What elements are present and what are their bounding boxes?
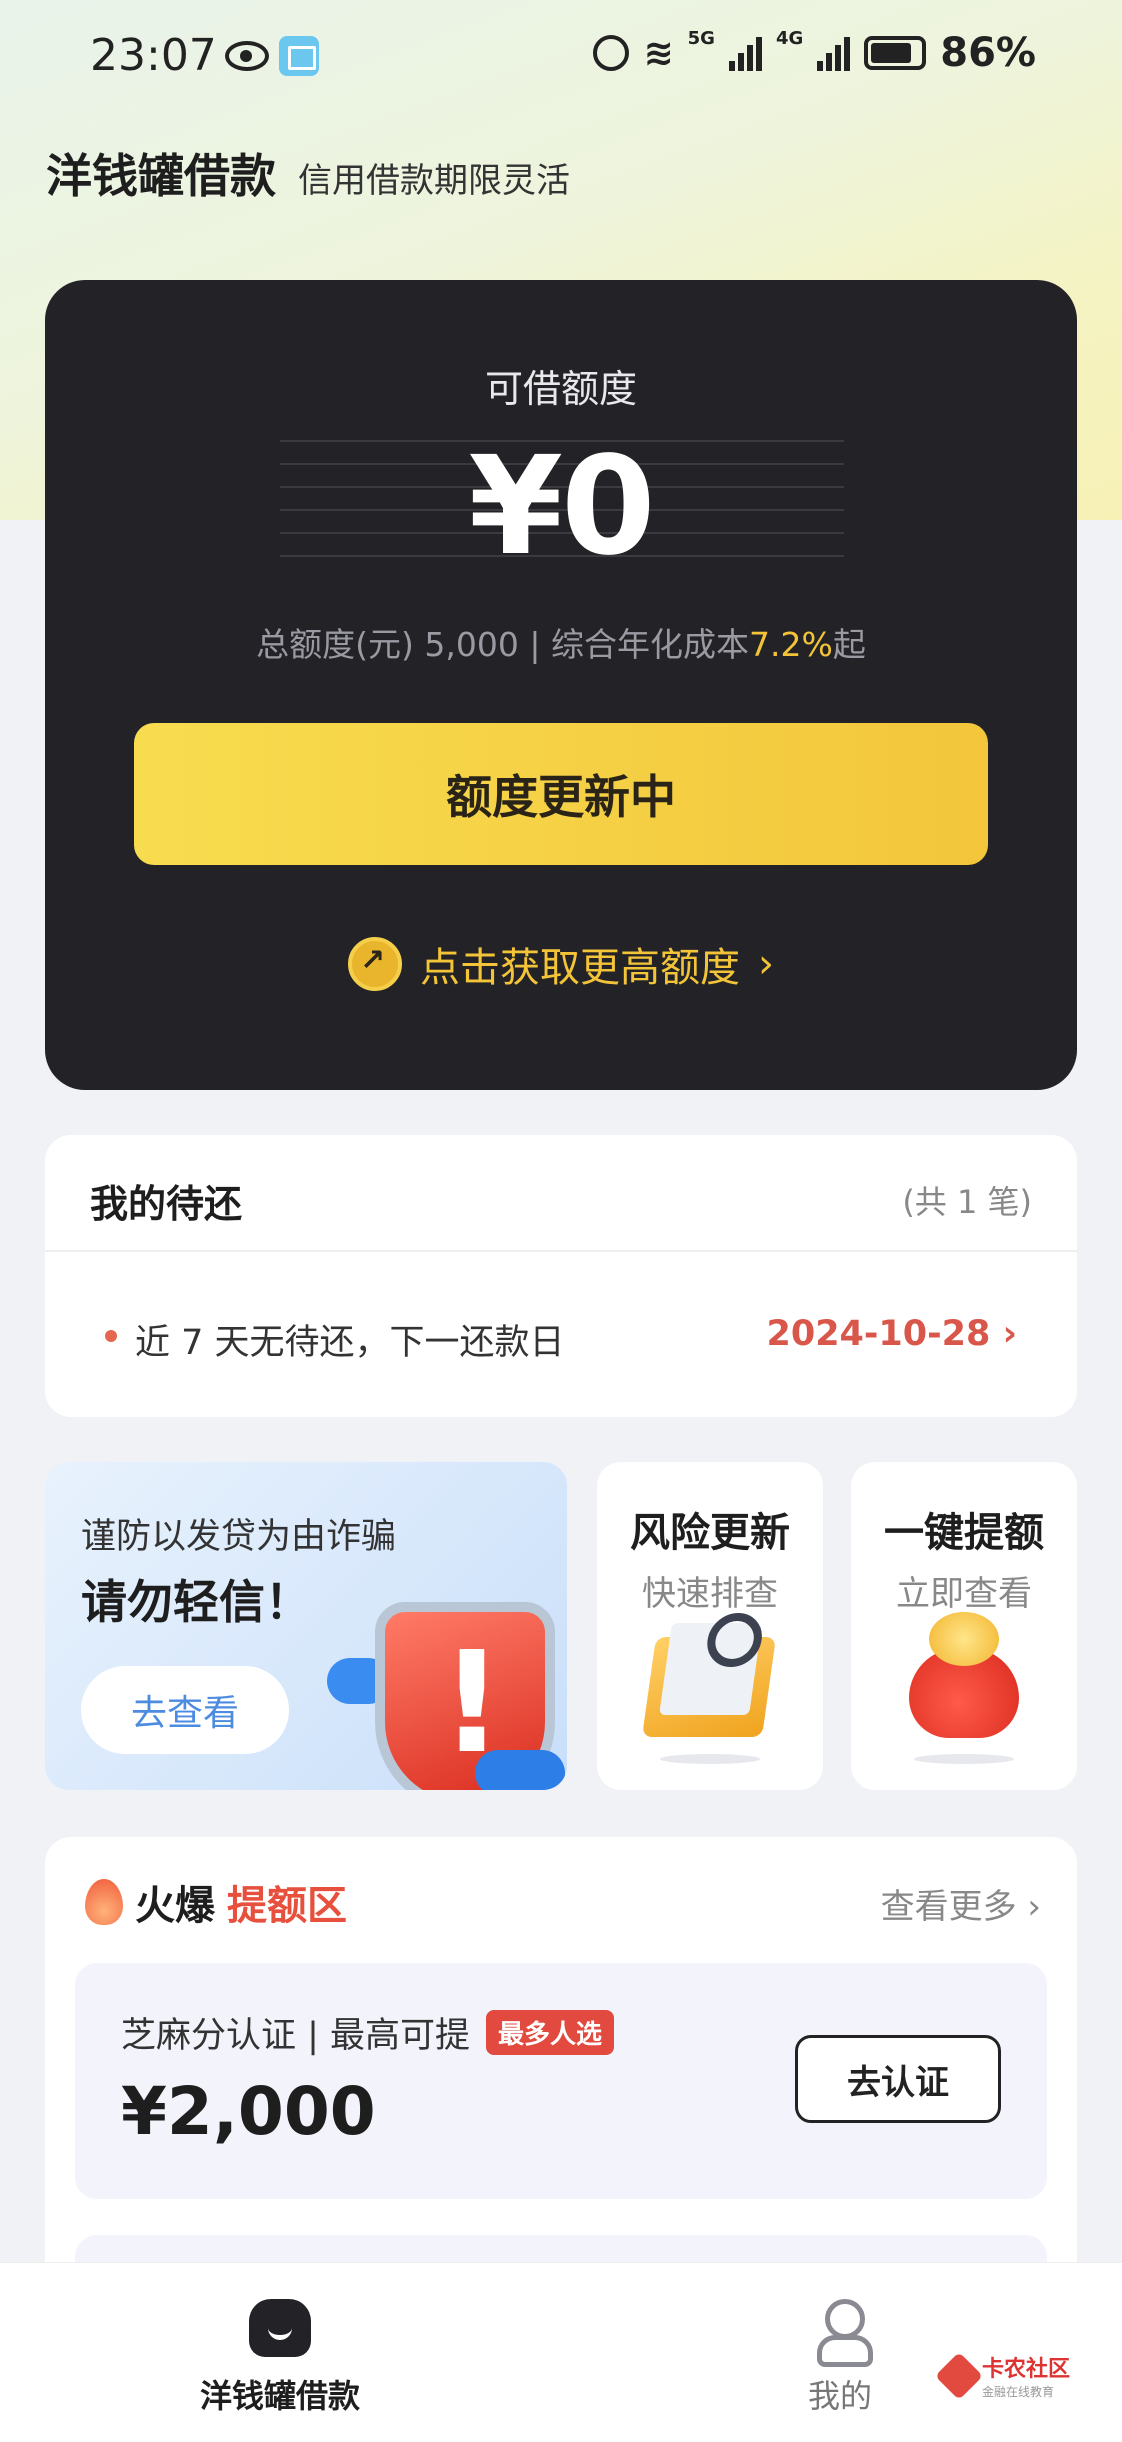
repayment-count: (共 1 笔) <box>902 1183 1032 1221</box>
icon-shadow <box>660 1754 760 1764</box>
repayment-text: 近 7 天无待还，下一还款日 <box>135 1323 565 1363</box>
battery-percent: 86% <box>940 30 1036 76</box>
tab-borrow-label: 洋钱罐借款 <box>199 2377 360 2415</box>
arrow-coin-icon <box>348 937 402 991</box>
credit-label: 可借额度 <box>484 367 637 411</box>
signal-icon-2 <box>817 35 851 71</box>
chat-bubble-icon-2 <box>475 1750 565 1790</box>
credit-amount: ¥0 <box>468 428 655 586</box>
page-header: 洋钱罐借款 信用借款期限灵活 <box>46 140 570 206</box>
fire-icon <box>85 1879 123 1925</box>
profile-icon <box>809 2299 873 2367</box>
icon-shadow <box>914 1754 1014 1764</box>
battery-icon <box>864 36 927 70</box>
repayment-date: 2024-10-28 › <box>766 1314 1017 1354</box>
watermark-logo-icon <box>934 2351 984 2400</box>
sesame-credit-offer[interactable]: 芝麻分认证 | 最高可提 最多人选 ¥2,000 去认证 <box>75 1963 1047 2199</box>
offer-description: 芝麻分认证 | 最高可提 <box>121 2016 471 2056</box>
clipboard-magnifier-icon <box>641 1637 777 1737</box>
network-5g-label: 5G <box>687 28 715 49</box>
fraud-warning-banner[interactable]: 谨防以发贷为由诈骗 请勿轻信！ 去查看 <box>45 1462 567 1790</box>
eye-icon <box>225 41 269 71</box>
view-fraud-button[interactable]: 去查看 <box>81 1666 289 1754</box>
raise-limit-subtitle: 立即查看 <box>896 1574 1032 1614</box>
home-icon <box>249 2299 311 2357</box>
status-time: 23:07 <box>90 30 217 81</box>
network-4g-label: 4G <box>775 28 804 49</box>
offer-amount: ¥2,000 <box>121 2073 376 2150</box>
fraud-warning-line1: 谨防以发贷为由诈骗 <box>81 1517 397 1557</box>
total-credit-text: 总额度(元) 5,000 | 综合年化成本 <box>256 625 749 664</box>
alarm-icon <box>593 35 630 71</box>
verify-button[interactable]: 去认证 <box>795 2035 1001 2123</box>
hot-zone-title: 火爆 提额区 <box>85 1873 347 1931</box>
fraud-warning-line2: 请勿轻信！ <box>81 1575 311 1629</box>
higher-limit-label: 点击获取更高额度 <box>420 945 740 991</box>
offer-desc-row: 芝麻分认证 | 最高可提 最多人选 <box>121 2007 615 2058</box>
view-more-link[interactable]: 查看更多 › <box>881 1879 1041 1928</box>
signal-icon <box>728 35 762 71</box>
risk-update-tile[interactable]: 风险更新 快速排查 <box>597 1462 823 1790</box>
brand-subtitle: 信用借款期限灵活 <box>298 161 570 201</box>
wifi-icon: ≋ <box>643 32 674 74</box>
brand-title: 洋钱罐借款 <box>46 149 276 203</box>
get-higher-limit-link[interactable]: 点击获取更高额度 › <box>0 935 1122 993</box>
risk-update-title: 风险更新 <box>630 1510 790 1556</box>
watermark-sub: 金融在线教育 <box>982 2385 1055 2399</box>
watermark-name: 卡农社区 <box>982 2357 1071 2382</box>
bullet-dot <box>105 1330 117 1342</box>
risk-update-subtitle: 快速排查 <box>642 1574 778 1614</box>
credit-updating-button[interactable]: 额度更新中 <box>134 723 988 865</box>
total-credit-info: 总额度(元) 5,000 | 综合年化成本7.2%起 <box>0 618 1122 666</box>
chevron-right-icon: › <box>758 941 774 987</box>
raise-limit-tile[interactable]: 一键提额 立即查看 <box>851 1462 1077 1790</box>
watermark: 卡农社区 金融在线教育 <box>934 2351 1071 2400</box>
reader-app-icon <box>279 36 319 76</box>
hot-title-plain: 火爆 <box>135 1883 215 1929</box>
chevron-right-icon: › <box>1002 1314 1017 1354</box>
repayment-title: 我的待还 <box>90 1182 243 1226</box>
chevron-right-icon: › <box>1027 1887 1041 1927</box>
bottom-tab-bar: 洋钱罐借款 我的 卡农社区 金融在线教育 <box>0 2262 1122 2442</box>
tab-borrow[interactable]: 洋钱罐借款 <box>130 2263 430 2442</box>
annual-rate: 7.2% <box>748 625 833 664</box>
raise-limit-title: 一键提额 <box>884 1510 1044 1556</box>
popular-badge: 最多人选 <box>486 2010 615 2055</box>
rate-suffix: 起 <box>832 625 866 664</box>
hot-title-accent: 提额区 <box>227 1883 347 1929</box>
repayment-card: 我的待还 (共 1 笔) 近 7 天无待还，下一还款日 2024-10-28 › <box>45 1135 1077 1417</box>
next-repayment-row[interactable]: 近 7 天无待还，下一还款日 2024-10-28 › <box>45 1250 1077 1417</box>
status-bar: 23:07 ≋ 5G 4G 86% <box>0 0 1122 120</box>
money-bag-icon <box>909 1612 1019 1738</box>
